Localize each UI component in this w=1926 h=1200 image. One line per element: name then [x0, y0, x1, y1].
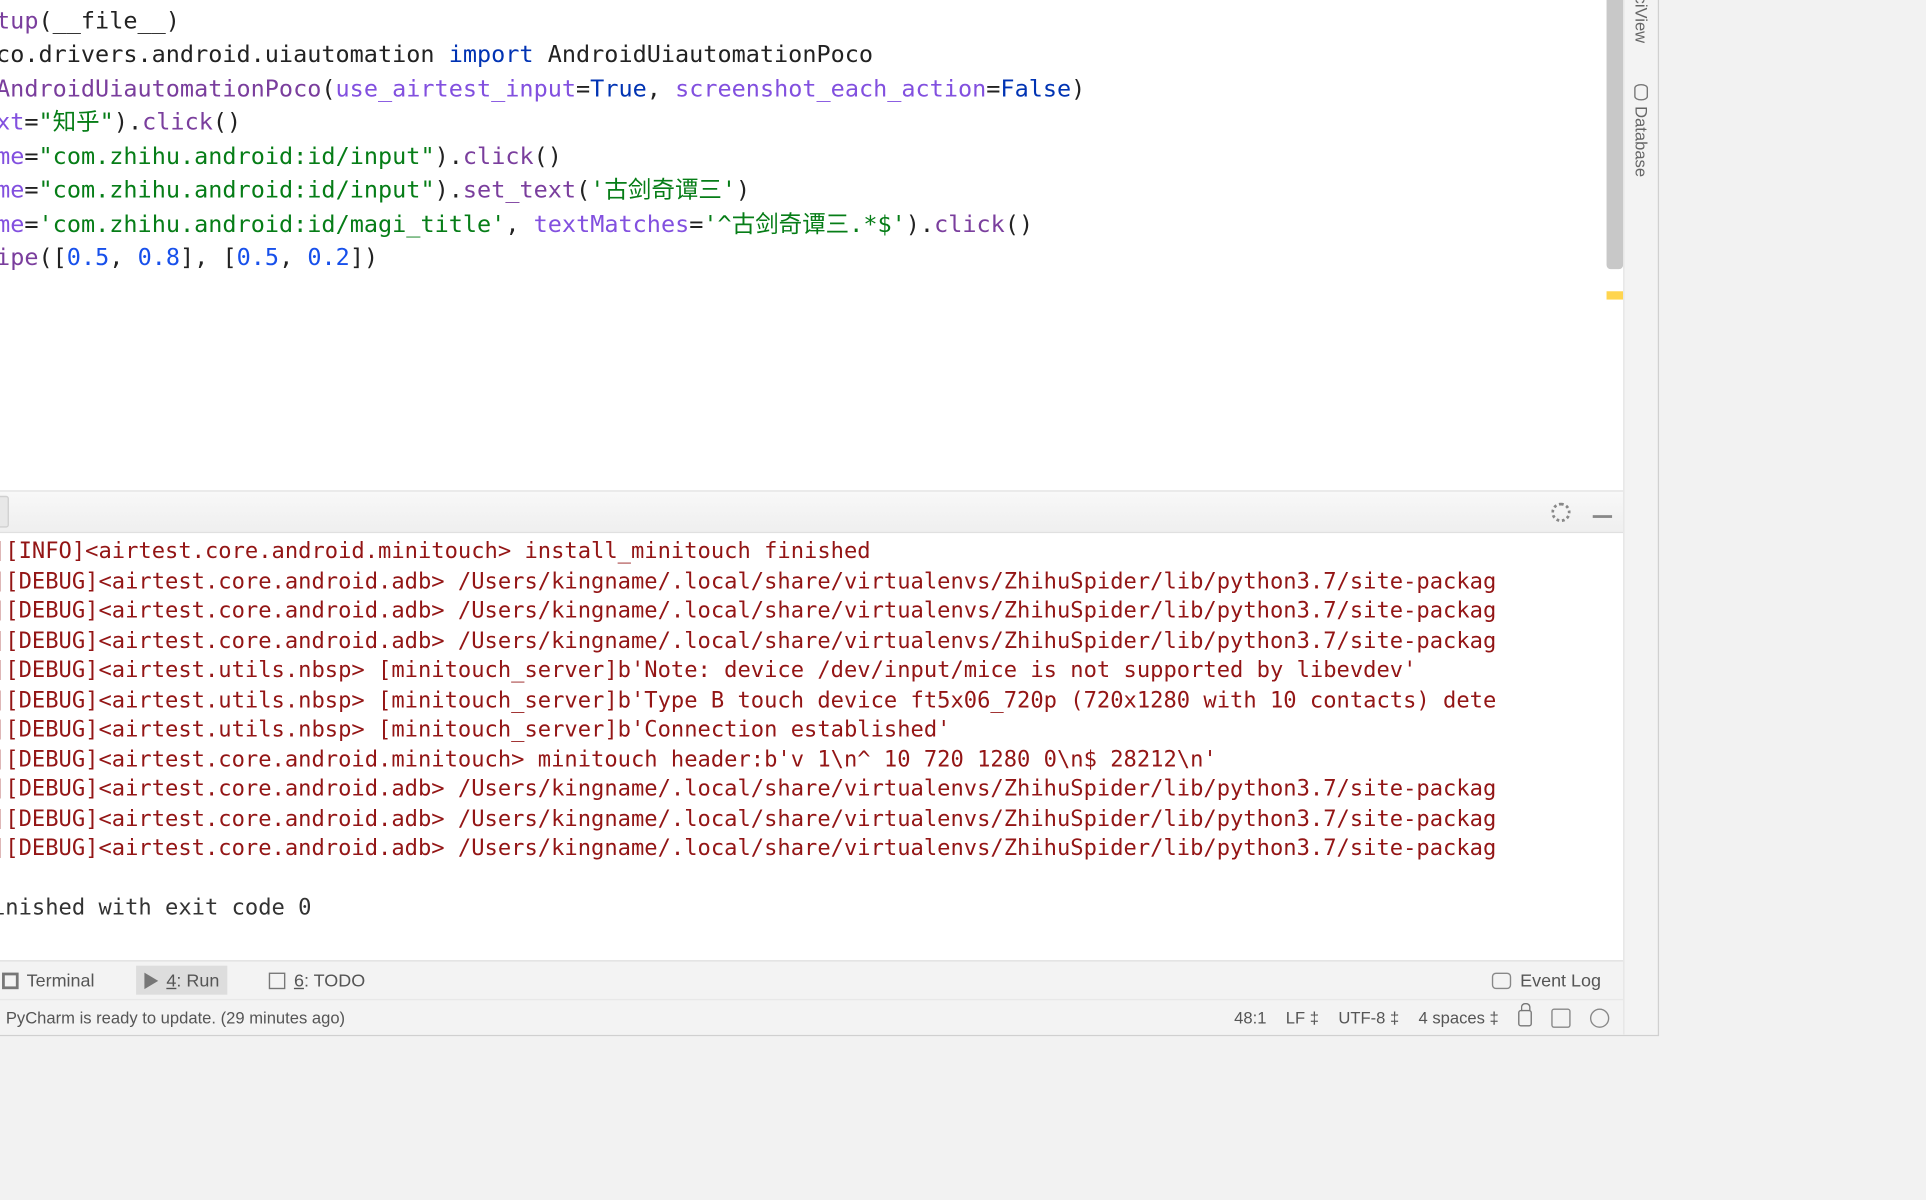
line-separator[interactable]: LF ‡ [1286, 1008, 1319, 1027]
list-icon [269, 972, 286, 989]
minimize-panel-button[interactable] [1593, 514, 1612, 517]
editor-scrollbar[interactable] [1607, 0, 1624, 490]
code-editor[interactable]: 12345678910111213 from airtest.core.api … [0, 0, 1623, 490]
event-log-tab[interactable]: Event Log [1484, 966, 1609, 995]
play-icon [144, 972, 158, 989]
run-tab-bottom[interactable]: 4: Run [136, 966, 228, 995]
console-output[interactable]: [05:00:19][INFO]<airtest.core.android.mi… [0, 533, 1623, 960]
database-tool-tab[interactable]: Database [1631, 85, 1650, 178]
memory-indicator-icon[interactable] [1551, 1008, 1570, 1027]
run-tool-window: Run: ZhihuSpider × [0, 490, 1623, 960]
right-toolwindow-bar: SciView Database [1623, 0, 1658, 1035]
run-tab[interactable]: ZhihuSpider × [0, 496, 9, 528]
indent-config[interactable]: 4 spaces ‡ [1419, 1008, 1499, 1027]
caret-position[interactable]: 48:1 [1234, 1008, 1266, 1027]
gear-icon[interactable] [1551, 502, 1570, 521]
database-icon [1634, 85, 1648, 102]
scrollbar-thumb[interactable] [1607, 0, 1624, 270]
status-message: IDE and Plugin Updates: PyCharm is ready… [0, 1008, 345, 1027]
todo-tab[interactable]: 6: TODO [261, 966, 374, 995]
status-bar: IDE and Plugin Updates: PyCharm is ready… [0, 999, 1623, 1035]
terminal-tab[interactable]: Terminal [0, 966, 103, 995]
marker [1607, 291, 1624, 299]
terminal-icon [2, 972, 19, 989]
bubble-icon [1492, 972, 1511, 989]
sciview-tool-tab[interactable]: SciView [1631, 0, 1650, 43]
file-encoding[interactable]: UTF-8 ‡ [1338, 1008, 1399, 1027]
readonly-lock-icon[interactable] [1518, 1009, 1532, 1026]
bottom-toolwindow-bar: Python Console Terminal 4: Run 6: TODO E… [0, 960, 1623, 999]
inspection-profile-icon[interactable] [1590, 1008, 1609, 1027]
